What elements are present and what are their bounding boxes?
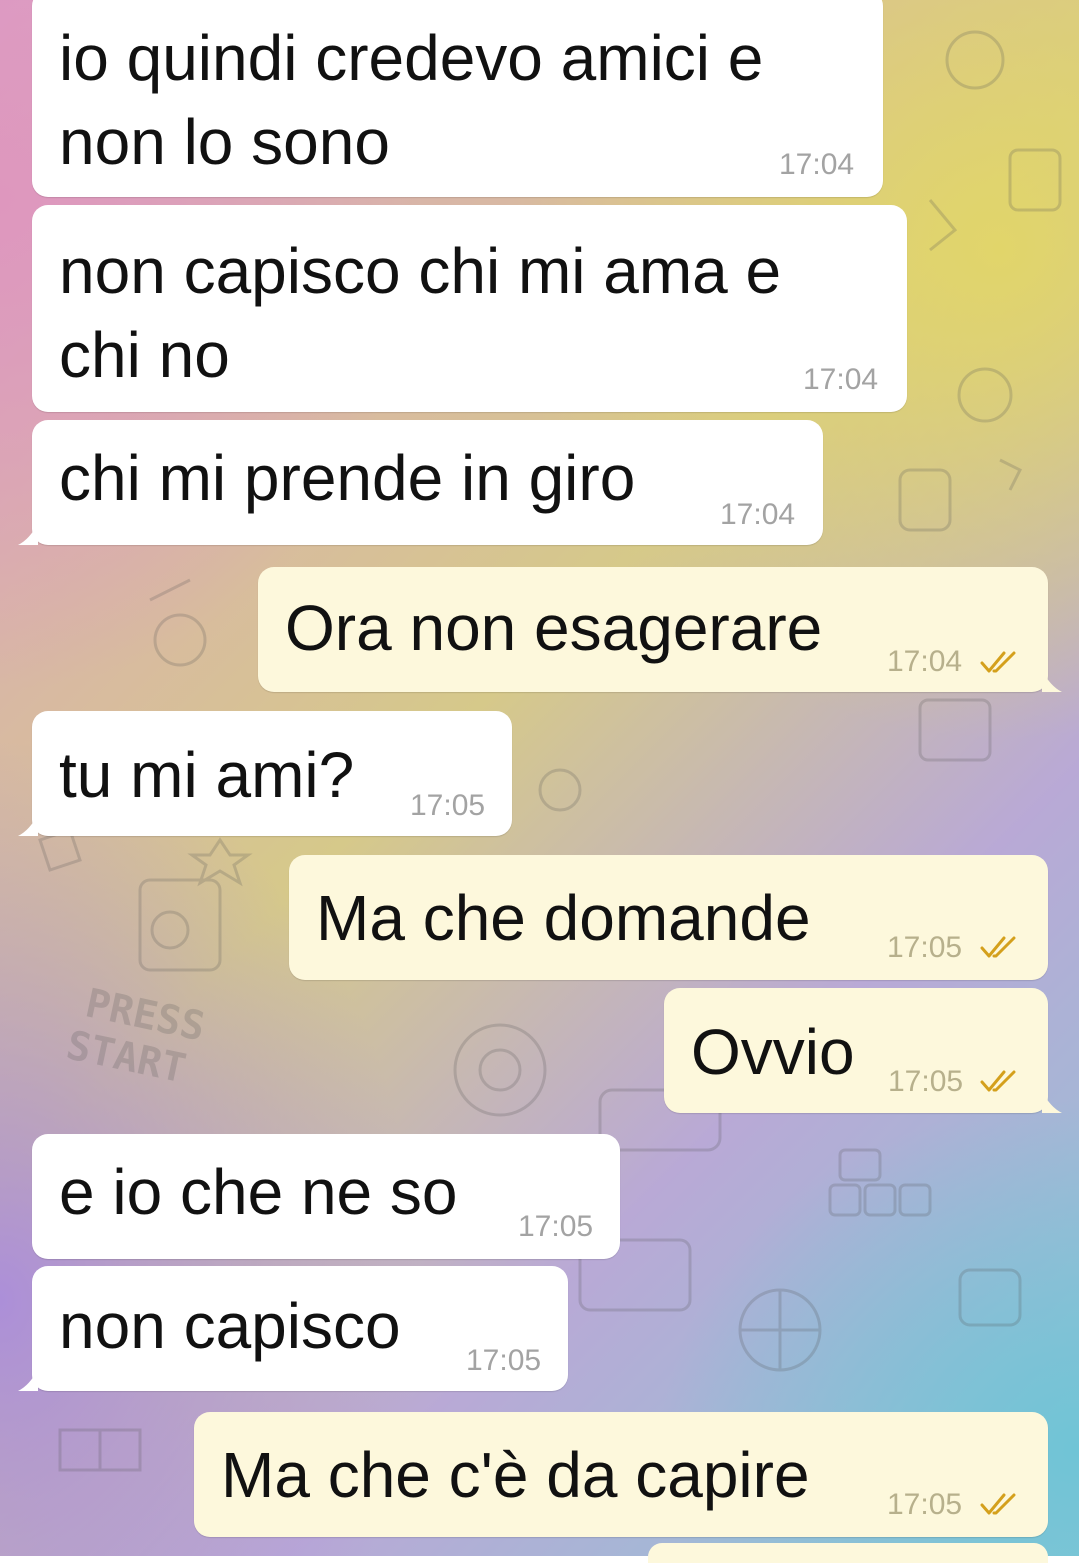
read-double-check-icon xyxy=(980,1070,1016,1092)
message-text: Ovvio xyxy=(691,1016,855,1088)
message-timestamp: 17:05 xyxy=(466,1344,542,1377)
read-double-check-icon xyxy=(980,651,1016,673)
bubble-tail xyxy=(1042,1091,1062,1113)
message-bubble-incoming[interactable]: tu mi ami? 17:05 xyxy=(18,711,512,836)
message-timestamp: 17:05 xyxy=(518,1210,594,1243)
bubble-tail xyxy=(18,1369,38,1391)
message-timestamp: 17:05 xyxy=(887,931,963,964)
message-text: chi mi prende in giro xyxy=(59,442,636,514)
message-text: io quindi credevo amici e non lo sono xyxy=(59,22,764,178)
bubble-tail xyxy=(1042,670,1062,692)
message-timestamp: 17:05 xyxy=(410,789,486,822)
message-text: tu mi ami? xyxy=(59,739,355,811)
message-timestamp: 17:04 xyxy=(803,363,879,396)
message-bubble-incoming[interactable]: non capisco chi mi ama e chi no 17:04 xyxy=(32,205,907,412)
message-text: non capisco chi mi ama e chi no xyxy=(59,235,782,391)
next-message-bubble-partial[interactable] xyxy=(648,1543,1048,1563)
message-text: e io che ne so xyxy=(59,1156,458,1228)
message-text: Ma che domande xyxy=(316,882,811,954)
message-bubble-incoming[interactable]: non capisco 17:05 xyxy=(18,1266,568,1391)
message-bubble-outgoing[interactable]: Ovvio 17:05 xyxy=(664,988,1062,1113)
message-bubble-incoming[interactable]: e io che ne so 17:05 xyxy=(32,1134,620,1259)
message-bubble-outgoing[interactable]: Ora non esagerare 17:04 xyxy=(258,567,1062,692)
message-timestamp: 17:05 xyxy=(888,1065,964,1098)
message-bubble-outgoing[interactable]: Ma che domande 17:05 xyxy=(289,855,1048,980)
message-text: Ma che c'è da capire xyxy=(221,1439,810,1511)
message-bubble-incoming[interactable]: io quindi credevo amici e non lo sono 17… xyxy=(32,0,883,197)
bubble-tail xyxy=(18,523,38,545)
message-bubble-outgoing[interactable]: Ma che c'è da capire 17:05 xyxy=(194,1412,1048,1537)
message-timestamp: 17:04 xyxy=(887,645,963,678)
message-text: Ora non esagerare xyxy=(285,592,823,664)
read-double-check-icon xyxy=(980,1493,1016,1515)
bubble-tail xyxy=(18,814,38,836)
message-bubble-incoming[interactable]: chi mi prende in giro 17:04 xyxy=(18,420,823,545)
message-text: non capisco xyxy=(59,1290,401,1362)
message-timestamp: 17:04 xyxy=(720,498,796,531)
message-timestamp: 17:05 xyxy=(887,1488,963,1521)
read-double-check-icon xyxy=(980,936,1016,958)
message-timestamp: 17:04 xyxy=(779,148,855,181)
